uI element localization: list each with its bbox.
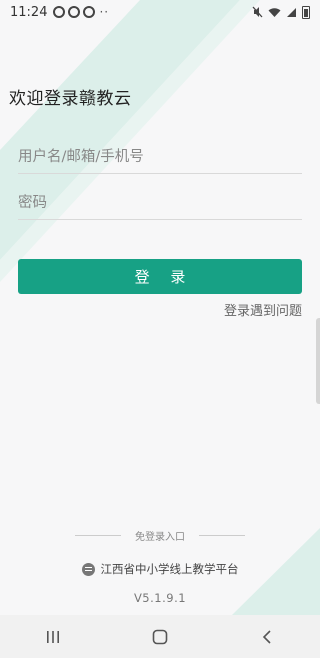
recent-apps-button[interactable] <box>33 622 73 652</box>
navigation-bar <box>0 615 320 658</box>
version-label: V5.1.9.1 <box>133 591 187 605</box>
wifi-icon <box>268 7 281 17</box>
status-bar: 11:24 ·· <box>0 0 320 24</box>
recent-apps-icon <box>47 630 60 643</box>
battery-icon <box>302 5 310 19</box>
platform-logo-icon <box>81 562 95 576</box>
platform-info: 江西省中小学线上教学平台 <box>0 561 320 577</box>
notification-icons <box>53 6 96 18</box>
password-field <box>18 186 302 220</box>
system-icons <box>252 5 310 19</box>
edge-panel-handle[interactable] <box>316 318 320 404</box>
login-button[interactable]: 登 录 <box>18 259 302 294</box>
status-time: 11:24 <box>10 4 48 20</box>
free-login-divider: 免登录入口 <box>75 528 245 543</box>
notification-q-icon <box>68 6 81 18</box>
page-title: 欢迎登录赣教云 <box>9 89 132 109</box>
login-page: 欢迎登录赣教云 登 录 登录遇到问题 免登录入口 江西省中小学线上教学平台 V5… <box>0 0 320 658</box>
username-input[interactable] <box>18 140 302 173</box>
mute-icon <box>252 6 263 18</box>
notification-q-icon <box>53 6 66 18</box>
password-input[interactable] <box>18 186 302 219</box>
notification-q-icon <box>83 6 96 18</box>
free-login-entry-link[interactable]: 免登录入口 <box>121 528 199 543</box>
more-notifications-indicator: ·· <box>99 5 110 19</box>
login-help-link[interactable]: 登录遇到问题 <box>224 300 302 319</box>
platform-name: 江西省中小学线上教学平台 <box>100 562 239 576</box>
divider-line <box>199 534 245 536</box>
username-field <box>18 140 302 174</box>
home-icon <box>152 629 168 644</box>
signal-icon <box>287 7 296 17</box>
back-button[interactable] <box>247 622 287 652</box>
home-button[interactable] <box>140 622 180 652</box>
back-icon <box>262 629 271 644</box>
divider-line <box>75 534 121 536</box>
